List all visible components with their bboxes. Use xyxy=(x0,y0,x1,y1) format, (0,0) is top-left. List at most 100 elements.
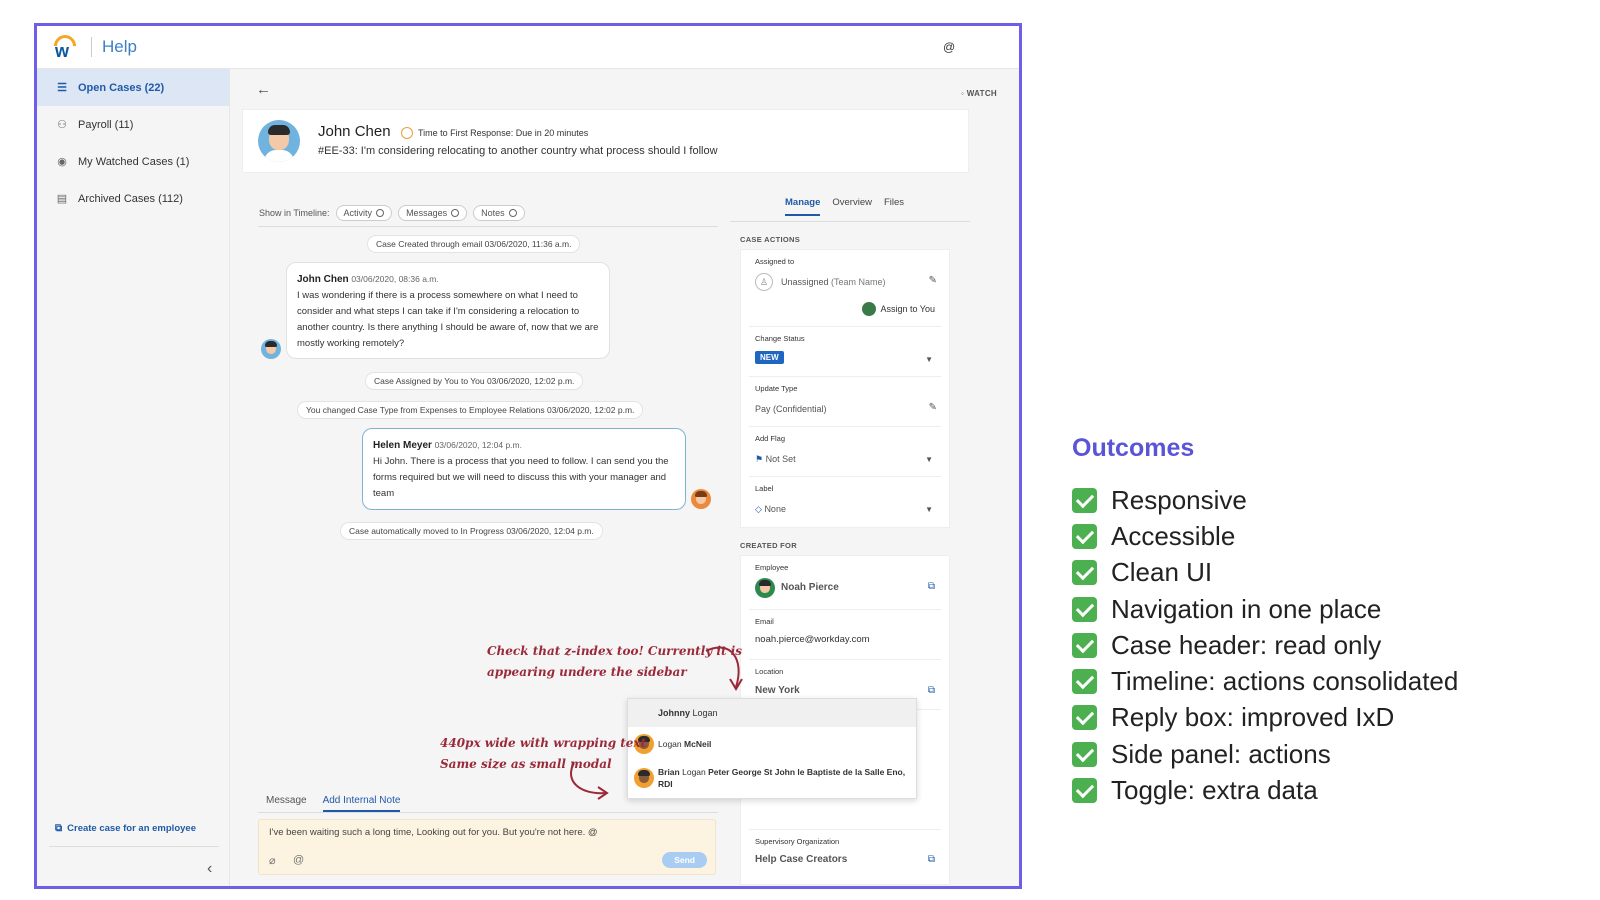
case-actions-heading: CASE ACTIONS xyxy=(740,235,800,244)
message-time: 03/06/2020, 08:36 a.m. xyxy=(351,274,439,284)
outcomes-title: Outcomes xyxy=(1072,434,1195,462)
divider xyxy=(49,846,219,847)
message-bubble: John Chen 03/06/2020, 08:36 a.m. I was w… xyxy=(286,262,610,359)
timeline-event: Case Created through email 03/06/2020, 1… xyxy=(367,235,581,253)
message-bubble: Helen Meyer 03/06/2020, 12:04 p.m. Hi Jo… xyxy=(362,428,686,510)
filter-label: Show in Timeline: xyxy=(259,208,330,218)
external-link-icon[interactable]: ⧉ xyxy=(928,581,935,592)
created-for-heading: CREATED FOR xyxy=(740,541,797,550)
sidebar-item-watched[interactable]: ◉ My Watched Cases (1) xyxy=(37,143,229,180)
divider xyxy=(258,226,718,227)
chevron-down-icon: ▼ xyxy=(925,455,933,464)
filter-notes[interactable]: Notes xyxy=(473,205,525,221)
collapse-chevron-icon[interactable]: ‹ xyxy=(207,860,212,878)
checkmark-icon xyxy=(1072,741,1097,767)
sidebar-item-payroll[interactable]: ⚇ Payroll (11) xyxy=(37,106,229,143)
checkmark-icon xyxy=(1072,560,1097,586)
location-link[interactable]: New York xyxy=(755,685,800,696)
external-link-icon[interactable]: ⧉ xyxy=(928,854,935,865)
mention-option[interactable]: Logan McNeil xyxy=(628,727,916,761)
divider xyxy=(730,221,970,222)
main-content: ← ◦ WATCH John Chen Time to First Respon… xyxy=(230,69,1019,886)
sidebar-item-open-cases[interactable]: ☰ Open Cases (22) xyxy=(37,69,229,106)
reply-input[interactable]: I've been waiting such a long time, Look… xyxy=(258,819,716,875)
annotation-arrow-icon xyxy=(705,646,743,691)
checkmark-icon xyxy=(1072,632,1097,658)
sup-org-link[interactable]: Help Case Creators xyxy=(755,854,847,865)
watch-button[interactable]: ◦ WATCH xyxy=(961,89,997,98)
timeline-event: Case Assigned by You to You 03/06/2020, … xyxy=(365,372,584,390)
chevron-down-icon: ▼ xyxy=(925,505,933,514)
paperclip-icon[interactable]: ⌀ xyxy=(269,854,276,867)
tab-manage[interactable]: Manage xyxy=(785,197,821,216)
tab-internal-note[interactable]: Add Internal Note xyxy=(322,791,401,812)
employee-field: Employee Noah Pierce ⧉ xyxy=(749,556,941,610)
edit-icon[interactable]: ✎ xyxy=(929,402,937,413)
create-case-label: Create case for an employee xyxy=(67,823,196,834)
sidebar-item-label: Archived Cases (112) xyxy=(78,192,183,205)
filter-messages[interactable]: Messages xyxy=(398,205,468,221)
user-placeholder-icon: ♙ xyxy=(755,273,773,291)
external-link-icon: ⧉ xyxy=(55,823,63,834)
edit-icon[interactable]: ✎ xyxy=(929,275,937,286)
clock-icon xyxy=(401,127,413,139)
timeline-filters: Show in Timeline: Activity Messages Note… xyxy=(259,205,525,221)
timeline-event: Case automatically moved to In Progress … xyxy=(340,522,603,540)
mention-option[interactable]: Brian Logan Peter George St John le Bapt… xyxy=(628,761,916,795)
chevron-down-icon: ▼ xyxy=(925,355,933,364)
tab-message[interactable]: Message xyxy=(266,791,307,812)
outcome-item: Reply box: improved IxD xyxy=(1072,700,1458,736)
message-author: John Chen xyxy=(297,274,349,285)
outcome-item: Toggle: extra data xyxy=(1072,772,1458,808)
avatar xyxy=(261,339,281,359)
case-subject: #EE-33: I'm considering relocating to an… xyxy=(318,145,718,157)
field-label: Employee xyxy=(755,563,789,572)
field-value: ◇ None xyxy=(755,504,786,514)
supervisory-org-field: Supervisory Organization Help Case Creat… xyxy=(749,830,941,880)
archive-icon: ▤ xyxy=(56,193,68,205)
mention-icon[interactable]: @ xyxy=(943,40,955,54)
tab-files[interactable]: Files xyxy=(884,197,904,216)
outcome-item: Accessible xyxy=(1072,518,1458,554)
avatar xyxy=(691,489,711,509)
sidebar-item-label: My Watched Cases (1) xyxy=(78,155,190,168)
sidebar: ☰ Open Cases (22) ⚇ Payroll (11) ◉ My Wa… xyxy=(37,69,230,886)
bookmark-icon: ⚑ xyxy=(755,454,764,464)
message-body: Hi John. There is a process that you nee… xyxy=(373,456,669,499)
assigned-to-field: Assigned to ♙ Unassigned (Team Name) ✎ A… xyxy=(749,250,941,327)
sidebar-item-archived[interactable]: ▤ Archived Cases (112) xyxy=(37,180,229,217)
outcome-item: Clean UI xyxy=(1072,555,1458,591)
update-type-field[interactable]: Update Type Pay (Confidential) ✎ xyxy=(749,377,941,427)
mention-icon[interactable]: @ xyxy=(293,854,304,866)
toggle-circle-icon xyxy=(508,209,517,217)
field-label: Label xyxy=(755,484,774,493)
avatar xyxy=(258,120,300,162)
back-arrow-icon[interactable]: ← xyxy=(256,81,271,98)
tab-overview[interactable]: Overview xyxy=(832,197,872,216)
checkmark-icon xyxy=(1072,596,1097,622)
mention-header: Johnny Logan xyxy=(628,699,916,727)
label-field[interactable]: Label ◇ None ▼ xyxy=(749,477,941,527)
people-icon: ⚇ xyxy=(57,119,67,131)
checkmark-icon xyxy=(1072,487,1097,513)
create-case-link[interactable]: ⧉ Create case for an employee xyxy=(55,823,196,834)
assign-to-you-button[interactable]: Assign to You xyxy=(862,302,935,316)
assigned-value: Unassigned (Team Name) xyxy=(781,277,886,287)
employee-link[interactable]: Noah Pierce xyxy=(781,582,839,593)
add-flag-field[interactable]: Add Flag ⚑ Not Set ▼ xyxy=(749,427,941,477)
checkmark-icon xyxy=(1072,669,1097,695)
send-button[interactable]: Send xyxy=(662,852,707,868)
field-label: Supervisory Organization xyxy=(755,837,840,846)
reply-text: I've been waiting such a long time, Look… xyxy=(269,827,598,838)
field-label: Update Type xyxy=(755,384,798,393)
field-value: noah.pierce@workday.com xyxy=(755,634,870,645)
top-bar: w Help @ xyxy=(37,26,1019,69)
workday-logo-icon[interactable]: w xyxy=(49,30,81,62)
reply-box: Message Add Internal Note I've been wait… xyxy=(258,791,718,883)
outcome-item: Responsive xyxy=(1072,482,1458,518)
external-link-icon[interactable]: ⧉ xyxy=(928,685,935,696)
eye-icon: ◉ xyxy=(57,156,67,168)
filter-activity[interactable]: Activity xyxy=(335,205,393,221)
change-status-field[interactable]: Change Status NEW ▼ xyxy=(749,327,941,377)
list-icon: ☰ xyxy=(57,82,67,94)
